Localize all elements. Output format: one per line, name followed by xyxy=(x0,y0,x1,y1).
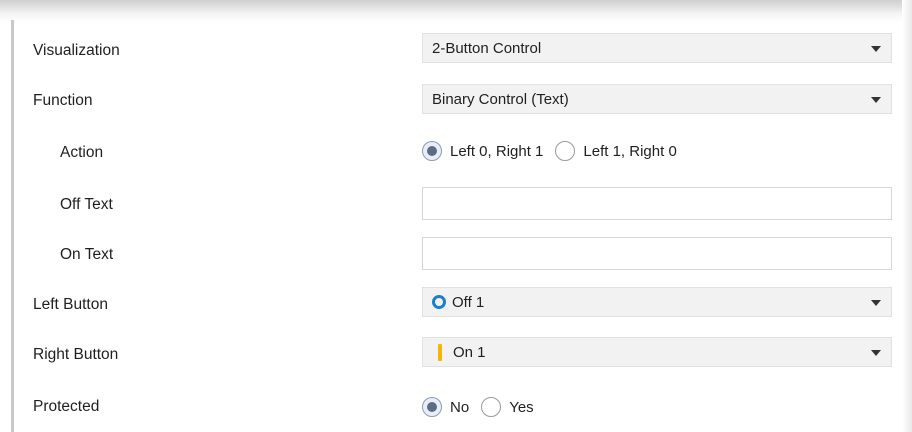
action-option-left0-radio[interactable] xyxy=(422,141,442,161)
right-edge-shadow xyxy=(902,0,912,432)
on-text-label: On Text xyxy=(60,246,114,263)
chevron-down-icon xyxy=(871,300,881,306)
action-option-left1-radio[interactable] xyxy=(555,141,576,161)
off-text-label: Off Text xyxy=(60,196,113,213)
visualization-label: Visualization xyxy=(33,42,120,59)
protected-option-yes-radio[interactable] xyxy=(481,397,502,417)
right-button-label: Right Button xyxy=(33,346,119,363)
action-label: Action xyxy=(60,144,104,161)
right-button-select[interactable]: On 1 xyxy=(422,337,892,367)
protected-option-no-label[interactable]: No xyxy=(450,399,469,416)
parameter-panel: Visualization 2-Button Control Function … xyxy=(0,0,912,432)
protected-label: Protected xyxy=(33,398,100,415)
left-button-select[interactable]: Off 1 xyxy=(422,287,892,317)
action-option-left0-label[interactable]: Left 0, Right 1 xyxy=(450,143,543,160)
action-option-left1-label[interactable]: Left 1, Right 0 xyxy=(583,143,676,160)
chevron-down-icon xyxy=(871,46,881,52)
radio-dot xyxy=(427,402,437,412)
chevron-down-icon xyxy=(871,350,881,356)
on-text-field[interactable] xyxy=(422,237,892,270)
function-value: Binary Control (Text) xyxy=(432,90,569,108)
bar-icon xyxy=(438,343,442,361)
protected-option-yes-label[interactable]: Yes xyxy=(509,399,533,416)
function-select[interactable]: Binary Control (Text) xyxy=(422,84,892,114)
left-button-value: Off 1 xyxy=(452,293,485,311)
action-radio-group: Left 0, Right 1 Left 1, Right 0 xyxy=(422,141,689,161)
right-button-value: On 1 xyxy=(453,343,486,361)
left-border xyxy=(11,20,14,432)
left-button-label: Left Button xyxy=(33,296,108,313)
protected-radio-group: No Yes xyxy=(422,397,546,417)
visualization-value: 2-Button Control xyxy=(432,39,542,57)
off-text-field[interactable] xyxy=(422,187,892,220)
radio-dot xyxy=(427,146,437,156)
ring-icon xyxy=(432,295,446,309)
visualization-select[interactable]: 2-Button Control xyxy=(422,33,892,63)
protected-option-no-radio[interactable] xyxy=(422,397,442,417)
chevron-down-icon xyxy=(871,97,881,103)
top-shadow xyxy=(0,0,912,22)
function-label: Function xyxy=(33,92,93,109)
